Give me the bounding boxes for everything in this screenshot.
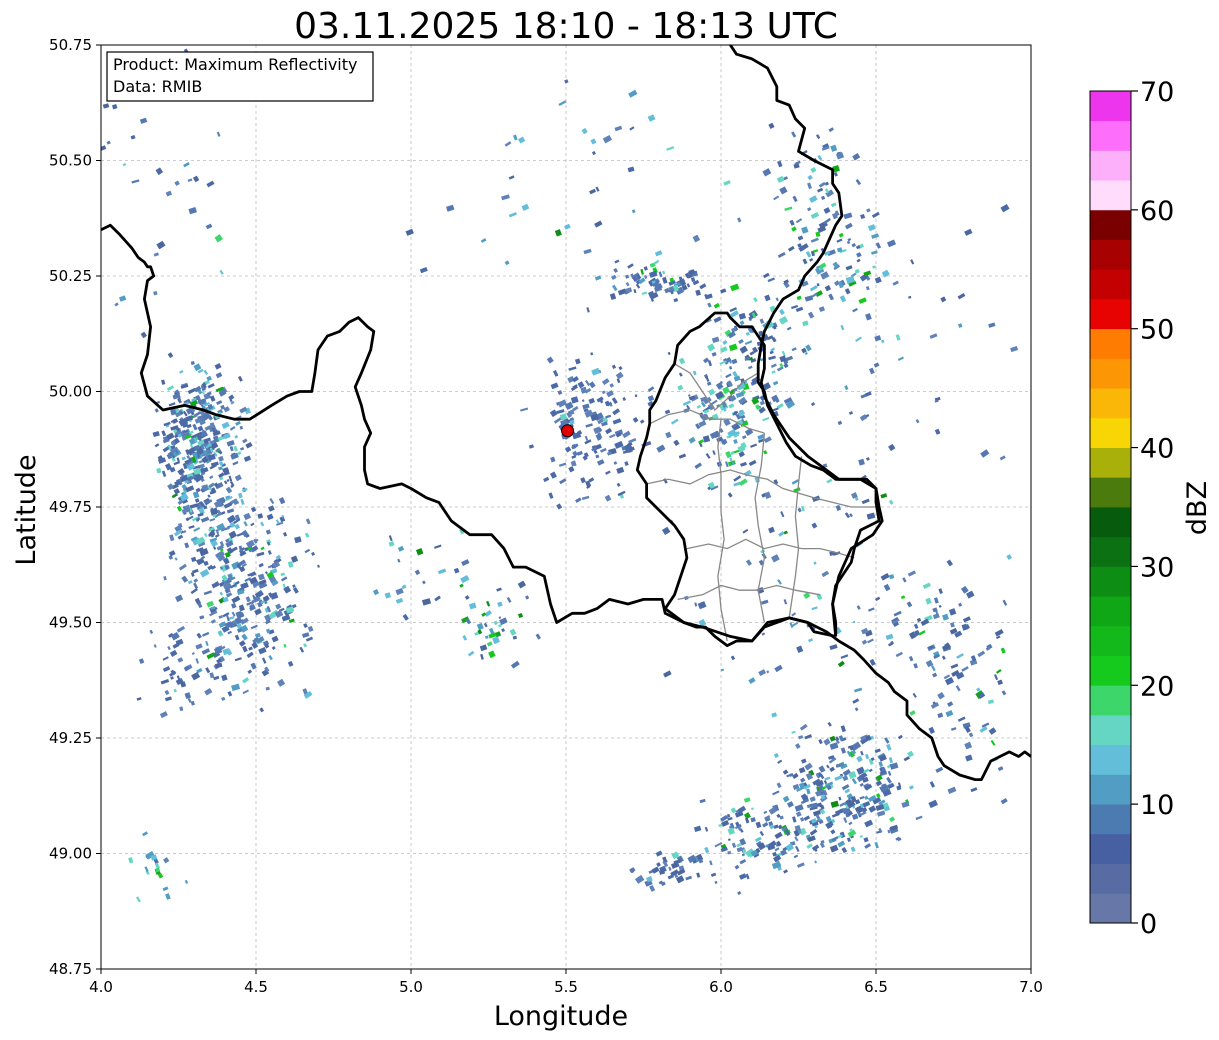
colorbar-segment <box>1090 715 1131 746</box>
colorbar-tick-label: 40 <box>1140 434 1174 465</box>
colorbar-segment <box>1090 566 1131 597</box>
y-axis-ticks: 48.75 49.00 49.25 49.50 49.75 50.00 50.25 50.50… <box>49 36 101 978</box>
colorbar-segment <box>1090 91 1131 122</box>
colorbar-tick-label: 0 <box>1140 909 1157 940</box>
x-tick-label: 5.5 <box>554 978 578 996</box>
colorbar-segment <box>1090 150 1131 181</box>
y-tick-label: 49.25 <box>49 729 92 747</box>
colorbar-segment <box>1090 120 1131 151</box>
colorbar-tick-label: 20 <box>1140 671 1174 702</box>
colorbar-segment <box>1090 269 1131 300</box>
colorbar-segment <box>1090 625 1131 656</box>
y-tick-label: 50.00 <box>49 383 92 401</box>
colorbar-segment <box>1090 239 1131 270</box>
map-title: 03.11.2025 18:10 - 18:13 UTC <box>294 6 838 47</box>
colorbar-segment <box>1090 328 1131 359</box>
colorbar-segment <box>1090 536 1131 567</box>
x-tick-label: 6.5 <box>864 978 888 996</box>
echo-cell <box>174 28 183 36</box>
y-tick-label: 48.75 <box>49 960 92 978</box>
colorbar-tick-label: 60 <box>1140 196 1174 227</box>
colorbar-tick-label: 10 <box>1140 790 1174 821</box>
x-tick-label: 6.0 <box>709 978 733 996</box>
x-tick-label: 4.5 <box>244 978 268 996</box>
colorbar-segment <box>1090 299 1131 330</box>
colorbar-segment <box>1090 685 1131 716</box>
colorbar-segment <box>1090 804 1131 835</box>
colorbar-label: dBZ <box>1182 481 1213 535</box>
x-tick-label: 7.0 <box>1019 978 1043 996</box>
colorbar-segment <box>1090 774 1131 805</box>
colorbar-segment <box>1090 180 1131 211</box>
x-axis-ticks: 4.0 4.5 5.0 5.5 6.0 6.5 7.0 <box>89 969 1043 996</box>
y-tick-label: 49.75 <box>49 498 92 516</box>
colorbar-tick-label: 50 <box>1140 315 1174 346</box>
colorbar-segment <box>1090 447 1131 478</box>
colorbar-segment <box>1090 417 1131 448</box>
colorbar-segment <box>1090 744 1131 775</box>
y-tick-label: 50.75 <box>49 36 92 54</box>
info-data-source: Data: RMIB <box>113 77 202 96</box>
info-product: Product: Maximum Reflectivity <box>113 55 357 74</box>
x-axis-label: Longitude <box>494 1001 628 1032</box>
colorbar-segment <box>1090 477 1131 508</box>
colorbar-segment <box>1090 596 1131 627</box>
colorbar: 0 10 20 30 40 50 60 70 <box>1089 77 1174 940</box>
colorbar-segment <box>1090 833 1131 864</box>
colorbar-segment <box>1090 209 1131 240</box>
colorbar-segment <box>1090 358 1131 389</box>
info-box: Product: Maximum Reflectivity Data: RMIB <box>106 51 374 102</box>
y-tick-label: 49.50 <box>49 614 92 632</box>
radar-site-marker <box>561 424 575 438</box>
x-tick-label: 5.0 <box>399 978 423 996</box>
y-tick-label: 49.00 <box>49 845 92 863</box>
x-tick-label: 4.0 <box>89 978 113 996</box>
y-tick-label: 50.50 <box>49 152 92 170</box>
colorbar-tick-label: 30 <box>1140 552 1174 583</box>
y-tick-label: 50.25 <box>49 267 92 285</box>
map-plot-area <box>100 28 1032 970</box>
colorbar-segment <box>1090 893 1131 924</box>
colorbar-segment <box>1090 655 1131 686</box>
colorbar-segment <box>1090 388 1131 419</box>
y-axis-label: Latitude <box>11 454 42 565</box>
colorbar-segment <box>1090 507 1131 538</box>
colorbar-segment <box>1090 863 1131 894</box>
radar-figure: 03.11.2025 18:10 - 18:13 UTC Product: Ma… <box>11 6 1213 1032</box>
colorbar-tick-label: 70 <box>1140 77 1174 108</box>
